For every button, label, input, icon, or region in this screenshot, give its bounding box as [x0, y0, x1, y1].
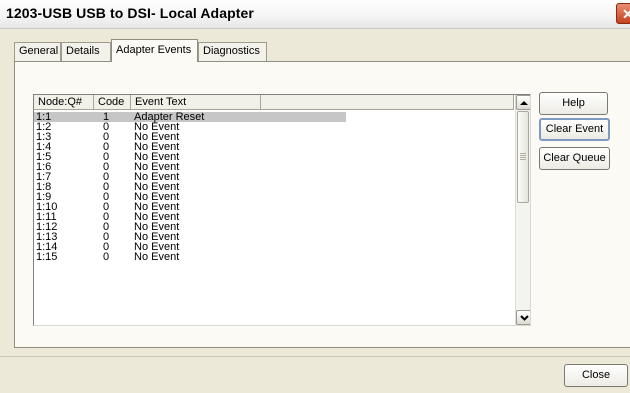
- vertical-scrollbar[interactable]: [515, 95, 530, 325]
- events-list[interactable]: Node:Q# Code Event Text 1:1 1 Adapter Rese…: [33, 94, 531, 326]
- column-header-node[interactable]: Node:Q#: [34, 95, 94, 110]
- column-header-code[interactable]: Code: [94, 95, 131, 110]
- dialog-window: 1203-USB USB to DSI- Local Adapter ✕ Gen…: [0, 0, 630, 393]
- clear-event-button[interactable]: Clear Event: [539, 118, 610, 141]
- window-close-button[interactable]: ✕: [616, 3, 630, 24]
- footer-divider: [0, 356, 630, 357]
- help-button[interactable]: Help: [539, 92, 608, 115]
- cell-code: 0: [103, 251, 110, 263]
- triangle-up-icon: [520, 101, 528, 105]
- title-bar[interactable]: 1203-USB USB to DSI- Local Adapter ✕: [0, 0, 630, 29]
- table-row[interactable]: 1:15 0 No Event: [34, 251, 514, 263]
- window-title: 1203-USB USB to DSI- Local Adapter: [6, 5, 254, 21]
- tab-adapter-events[interactable]: Adapter Events: [111, 39, 198, 62]
- scroll-down-button[interactable]: [516, 310, 530, 325]
- column-header-event-text[interactable]: Event Text: [131, 95, 261, 110]
- tab-details[interactable]: Details: [61, 42, 111, 61]
- tab-diagnostics[interactable]: Diagnostics: [198, 42, 267, 61]
- chevron-down-icon: [520, 315, 529, 321]
- cell-node: 1:15: [36, 251, 58, 263]
- tab-general[interactable]: General: [14, 42, 61, 61]
- close-button[interactable]: Close: [564, 364, 628, 387]
- events-list-header: Node:Q# Code Event Text: [34, 95, 514, 110]
- scroll-up-button[interactable]: [516, 95, 530, 110]
- clear-queue-button[interactable]: Clear Queue: [539, 147, 610, 170]
- cell-event-text: No Event: [134, 251, 180, 263]
- column-header-filler: [261, 95, 514, 110]
- scroll-thumb[interactable]: [517, 111, 529, 203]
